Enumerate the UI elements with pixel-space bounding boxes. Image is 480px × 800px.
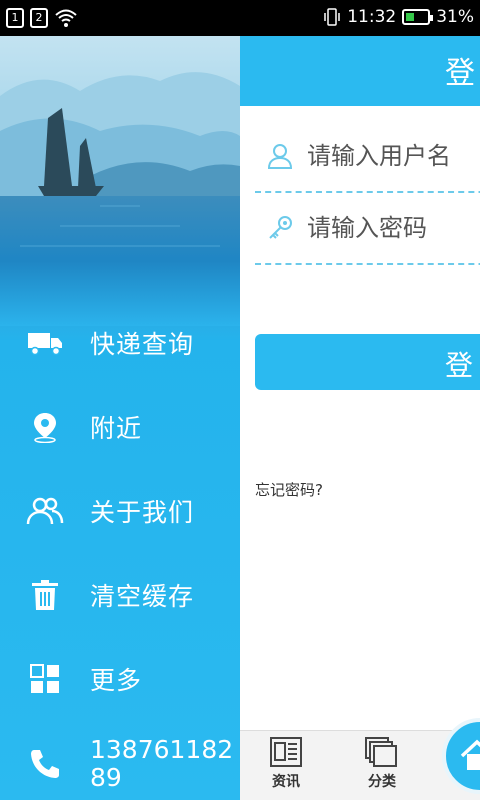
menu-item-express-query[interactable]: 快递查询 xyxy=(0,301,240,385)
menu-item-label: 快递查询 xyxy=(90,330,195,359)
sim2-label: 2 xyxy=(35,11,43,24)
phone-number: 13876118289 xyxy=(90,735,234,792)
menu-item-label: 关于我们 xyxy=(90,498,195,527)
menu-item-label: 更多 xyxy=(90,666,143,695)
wifi-icon xyxy=(55,9,77,27)
password-input[interactable] xyxy=(305,213,480,243)
menu-item-clear-cache[interactable]: 清空缓存 xyxy=(0,553,240,637)
battery-icon xyxy=(402,9,434,25)
menu-item-label: 清空缓存 xyxy=(90,582,195,611)
username-field[interactable] xyxy=(255,121,480,193)
forgot-password-link[interactable]: 忘记密码? xyxy=(255,479,323,500)
username-input[interactable] xyxy=(305,141,480,171)
login-button[interactable]: 登 xyxy=(255,334,480,390)
tab-news[interactable]: 资讯 xyxy=(254,737,318,791)
user-icon xyxy=(267,144,293,169)
sim1-icon: 1 xyxy=(6,8,24,28)
menu-item-more[interactable]: 更多 xyxy=(0,637,240,721)
drawer-menu: 快递查询 附近 关于我们 清空缓存 更多 xyxy=(0,301,240,721)
key-icon xyxy=(269,216,292,239)
battery-percent: 31% xyxy=(436,7,474,27)
sim1-label: 1 xyxy=(11,11,19,24)
phone-icon xyxy=(31,750,59,778)
login-button-label: 登 xyxy=(445,349,474,382)
grid-icon xyxy=(30,664,59,693)
location-pin-icon xyxy=(34,413,56,443)
people-icon xyxy=(26,497,64,525)
tab-label: 分类 xyxy=(368,774,396,790)
newspaper-icon xyxy=(270,737,302,767)
truck-icon xyxy=(28,333,62,356)
trash-icon xyxy=(32,580,58,610)
password-field[interactable] xyxy=(255,193,480,265)
category-icon xyxy=(365,737,397,767)
tab-category[interactable]: 分类 xyxy=(350,737,414,791)
page-title: 登 xyxy=(445,56,475,91)
sea-sailboat-image xyxy=(0,36,240,326)
vibrate-icon xyxy=(324,8,340,26)
navigation-drawer: 快递查询 附近 关于我们 清空缓存 更多 13876118289 xyxy=(0,36,240,800)
menu-item-about-us[interactable]: 关于我们 xyxy=(0,469,240,553)
clock: 11:32 xyxy=(347,7,397,27)
home-icon xyxy=(460,739,480,770)
login-screen: 登 登 忘记密码? xyxy=(240,36,480,800)
tab-label: 资讯 xyxy=(272,774,300,790)
status-bar: 1 2 11:32 31% xyxy=(0,0,480,36)
menu-item-label: 附近 xyxy=(90,414,143,443)
sim2-icon: 2 xyxy=(30,8,48,28)
menu-item-nearby[interactable]: 附近 xyxy=(0,385,240,469)
contact-phone[interactable]: 13876118289 xyxy=(0,729,240,799)
title-bar: 登 xyxy=(240,36,480,106)
